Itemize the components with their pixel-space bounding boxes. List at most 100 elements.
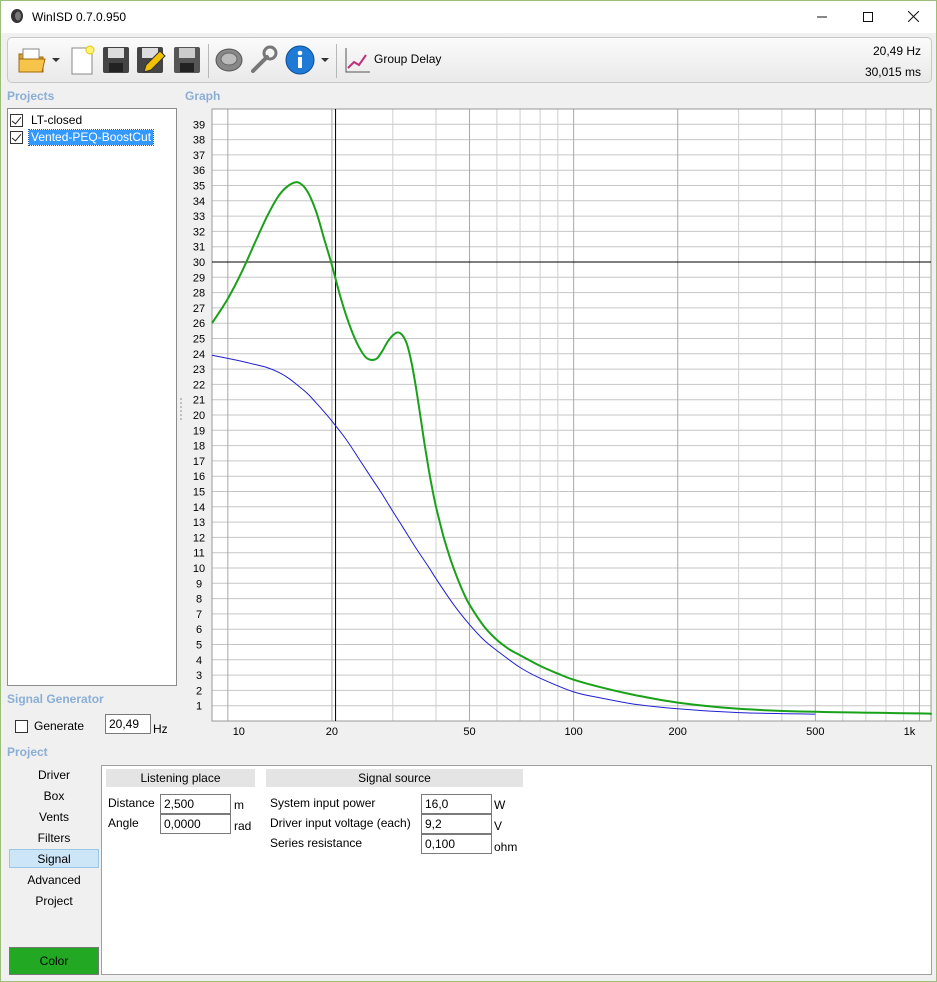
info-dropdown-arrow[interactable] [321,58,329,62]
x-tick-label: 500 [806,726,824,738]
nav-advanced[interactable]: Advanced [9,871,99,890]
y-tick-label: 32 [193,226,205,238]
project-checkbox[interactable] [10,130,23,144]
save-icon[interactable] [100,44,132,76]
open-folder-icon[interactable] [16,44,48,76]
y-tick-label: 21 [193,395,205,407]
generate-checkbox-row[interactable]: Generate [15,719,84,733]
y-tick-label: 25 [193,334,205,346]
toolbar: Group Delay 20,49 Hz 30,015 ms [7,37,932,83]
project-section-label: Project [7,745,48,759]
series-resistance-unit: ohm [494,840,518,854]
y-tick-label: 39 [193,119,205,131]
color-button[interactable]: Color [9,947,99,975]
nav-box[interactable]: Box [9,787,99,806]
signal-source-header: Signal source [266,769,523,787]
splitter-handle[interactable] [180,398,182,420]
x-tick-label: 50 [463,726,475,738]
angle-unit: rad [234,819,252,833]
driver-icon[interactable] [213,44,245,76]
project-checkbox[interactable] [10,113,23,127]
signal-settings-panel: Listening place Signal source Distance 2… [101,765,932,975]
generator-frequency-input[interactable]: 20,49 [105,714,151,734]
y-tick-label: 28 [193,288,205,300]
generate-label[interactable]: Generate [34,719,84,733]
cursor-value-readout: 30,015 ms [864,65,921,79]
y-tick-label: 34 [193,196,205,208]
maximize-icon [863,11,873,22]
projects-section-label: Projects [7,89,55,103]
y-tick-label: 15 [193,487,205,499]
y-tick-label: 3 [196,670,202,682]
edit-icon[interactable] [134,44,166,76]
x-tick-label: 20 [326,726,338,738]
minimize-button[interactable] [799,1,845,32]
project-item-vented-peq[interactable]: Vented-PEQ-BoostCut [10,128,155,146]
y-tick-label: 6 [196,624,202,636]
y-tick-label: 30 [193,257,205,269]
angle-label: Angle [108,816,139,830]
x-tick-label: 10 [233,726,245,738]
y-tick-label: 17 [193,456,205,468]
driver-input-voltage-label: Driver input voltage (each) [270,816,411,830]
open-dropdown-arrow[interactable] [52,58,60,62]
save-as-icon[interactable] [171,44,203,76]
series-resistance-label: Series resistance [270,836,363,850]
tools-icon[interactable] [248,44,280,76]
y-tick-label: 16 [193,471,205,483]
graph-type-label[interactable]: Group Delay [374,52,441,66]
signal-generator-section-label: Signal Generator [7,692,104,706]
y-tick-label: 1 [196,701,202,713]
y-tick-label: 38 [193,135,205,147]
graph-section-label: Graph [185,89,221,103]
project-item-lt-closed[interactable]: LT-closed [10,112,84,128]
project-label[interactable]: LT-closed [29,113,84,128]
nav-driver[interactable]: Driver [9,766,99,785]
new-document-icon[interactable] [66,44,98,76]
close-button[interactable] [890,1,936,32]
distance-input[interactable]: 2,500 [160,794,231,814]
y-tick-label: 2 [196,685,202,697]
x-tick-label: 100 [564,726,582,738]
info-icon[interactable] [284,44,316,76]
generator-frequency-unit: Hz [153,722,168,736]
y-tick-label: 4 [196,655,202,667]
nav-vents[interactable]: Vents [9,808,99,827]
system-input-power-input[interactable]: 16,0 [421,794,492,814]
generate-checkbox[interactable] [15,719,28,733]
y-tick-label: 10 [193,563,205,575]
driver-input-voltage-input[interactable]: 9,2 [421,814,492,834]
group-delay-graph[interactable]: 1234567891011121314151617181920212223242… [177,105,932,745]
cursor-frequency-readout: 20,49 Hz [872,44,921,58]
y-tick-label: 9 [196,578,202,590]
y-tick-label: 24 [193,349,205,361]
distance-label: Distance [108,796,155,810]
app-window: WinISD 0.7.0.950 Group Delay 20,49 Hz 30… [0,0,937,982]
y-tick-label: 35 [193,181,205,193]
x-tick-label: 200 [669,726,687,738]
projects-list: LT-closed Vented-PEQ-BoostCut [7,108,177,686]
system-input-power-label: System input power [270,796,376,810]
y-tick-label: 8 [196,594,202,606]
y-tick-label: 23 [193,364,205,376]
window-title: WinISD 0.7.0.950 [32,10,127,24]
y-tick-label: 14 [193,502,205,514]
nav-signal[interactable]: Signal [9,849,99,868]
close-icon [907,11,919,22]
nav-filters[interactable]: Filters [9,829,99,848]
y-tick-label: 13 [193,517,205,529]
group-delay-icon[interactable] [342,44,374,76]
angle-input[interactable]: 0,0000 [160,814,231,834]
project-label[interactable]: Vented-PEQ-BoostCut [27,128,155,146]
maximize-button[interactable] [845,1,891,32]
y-tick-label: 37 [193,150,205,162]
minimize-icon [817,16,827,17]
winisd-logo-icon [11,9,23,23]
y-tick-label: 19 [193,425,205,437]
y-tick-label: 12 [193,532,205,544]
y-tick-label: 18 [193,441,205,453]
system-input-power-unit: W [494,798,506,812]
y-tick-label: 11 [193,548,204,560]
series-resistance-input[interactable]: 0,100 [421,834,492,854]
nav-project[interactable]: Project [9,892,99,911]
